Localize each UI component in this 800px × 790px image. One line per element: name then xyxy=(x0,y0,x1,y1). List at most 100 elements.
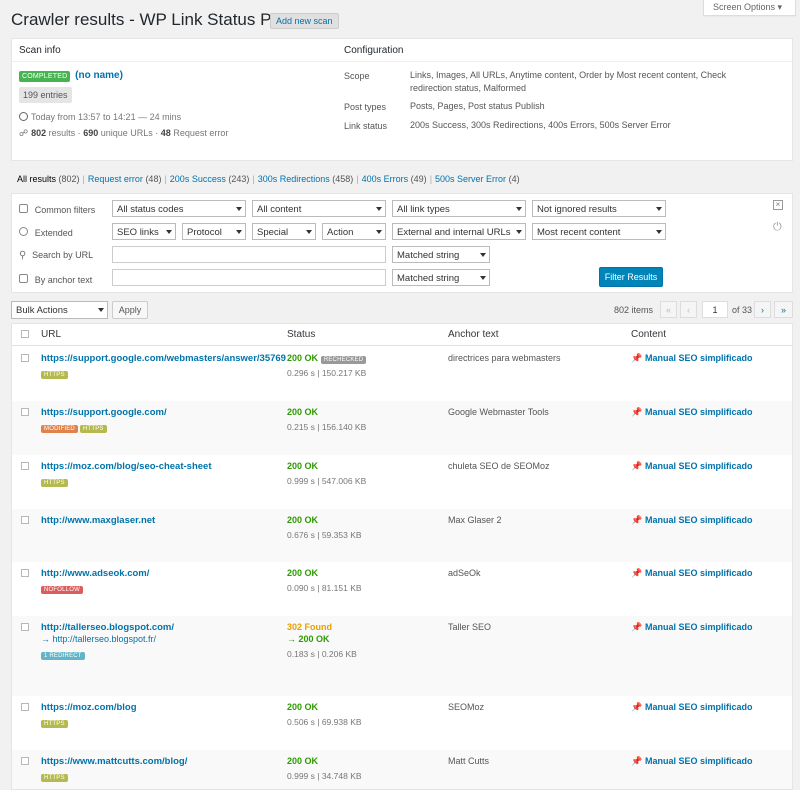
row-checkbox[interactable] xyxy=(21,757,29,765)
select-all-checkbox[interactable] xyxy=(21,330,29,338)
tab-count: (48) xyxy=(145,174,162,184)
anchor-text-input[interactable] xyxy=(112,269,386,286)
anchor-text: adSeOk xyxy=(448,568,481,578)
results-label: results · xyxy=(48,128,81,138)
row-url-link[interactable]: http://www.adseok.com/ xyxy=(41,568,149,579)
table-row: https://support.google.com/webmasters/an… xyxy=(12,347,792,401)
current-page-input[interactable]: 1 xyxy=(702,301,728,318)
prev-page-button[interactable]: ‹ xyxy=(680,301,697,318)
content-link[interactable]: Manual SEO simplificado xyxy=(645,702,753,712)
close-icon[interactable]: × xyxy=(773,200,783,210)
tab-count: (458) xyxy=(332,174,354,184)
tab-label: 200s Success xyxy=(169,174,226,184)
row-checkbox[interactable] xyxy=(21,623,29,631)
pin-icon: 📌 xyxy=(631,353,643,363)
https-badge: HTTPS xyxy=(41,479,68,487)
last-page-button[interactable]: » xyxy=(774,301,793,318)
bulk-actions-select[interactable]: Bulk Actions xyxy=(11,301,108,319)
redirect-badge: 1 REDIRECT xyxy=(41,652,85,660)
content-link[interactable]: Manual SEO simplificado xyxy=(645,353,753,363)
seo-links-select[interactable]: SEO links xyxy=(112,223,176,240)
content-link[interactable]: Manual SEO simplificado xyxy=(645,756,753,766)
status-codes-select[interactable]: All status codes xyxy=(112,200,246,217)
filter-results-button[interactable]: Filter Results xyxy=(599,267,663,287)
ignored-select[interactable]: Not ignored results xyxy=(532,200,666,217)
scan-time-text: Today from 13:57 to 14:21 — 24 mins xyxy=(31,112,182,122)
table-row: https://moz.com/blog/seo-cheat-sheet HTT… xyxy=(12,455,792,509)
special-select[interactable]: Special xyxy=(252,223,316,240)
status-code: 200 OK xyxy=(287,568,319,578)
scope-value: Links, Images, All URLs, Anytime content… xyxy=(410,70,727,93)
redirect-status-code: → 200 OK xyxy=(287,634,330,644)
power-icon[interactable]: ⏻ xyxy=(773,221,782,234)
col-status[interactable]: Status xyxy=(287,329,315,340)
scan-info-heading: Scan info xyxy=(19,45,61,56)
scan-name-link[interactable]: (no name) xyxy=(75,70,123,81)
row-url-link[interactable]: https://www.mattcutts.com/blog/ xyxy=(41,756,187,767)
protocol-select[interactable]: Protocol xyxy=(182,223,246,240)
response-size: 156.140 KB xyxy=(321,422,367,432)
apply-button[interactable]: Apply xyxy=(112,301,148,319)
matched-string-url-select[interactable]: Matched string xyxy=(392,246,490,263)
content-select[interactable]: All content xyxy=(252,200,386,217)
table-row: http://www.adseok.com/ NOFOLLOW 200 OK 0… xyxy=(12,562,792,616)
row-url-link[interactable]: http://tallerseo.blogspot.com/ xyxy=(41,622,174,633)
configuration-heading: Configuration xyxy=(344,45,404,56)
row-checkbox[interactable] xyxy=(21,703,29,711)
content-link[interactable]: Manual SEO simplificado xyxy=(645,622,753,632)
row-url-link[interactable]: https://support.google.com/webmasters/an… xyxy=(41,353,286,364)
post-types-label: Post types xyxy=(344,102,387,112)
common-filters-label: Common filters xyxy=(34,205,96,215)
tab-300s-redirections[interactable]: 300s Redirections xyxy=(258,174,330,184)
row-checkbox[interactable] xyxy=(21,354,29,362)
link-types-select[interactable]: All link types xyxy=(392,200,526,217)
row-url-link[interactable]: https://moz.com/blog/seo-cheat-sheet xyxy=(41,461,212,472)
content-link[interactable]: Manual SEO simplificado xyxy=(645,461,753,471)
tab-all-results[interactable]: All results (802) xyxy=(17,174,80,184)
response-time: 0.999 s xyxy=(287,771,315,781)
response-time: 0.183 s xyxy=(287,649,315,659)
col-content[interactable]: Content xyxy=(631,329,666,340)
scope-label: Scope xyxy=(344,71,370,81)
row-url-link[interactable]: https://moz.com/blog xyxy=(41,702,137,713)
link-status-value: 200s Success, 300s Redirections, 400s Er… xyxy=(410,120,671,130)
post-types-value: Posts, Pages, Post status Publish xyxy=(410,101,545,111)
add-new-scan-button[interactable]: Add new scan xyxy=(270,13,339,29)
row-checkbox[interactable] xyxy=(21,408,29,416)
ext-int-select[interactable]: External and internal URLs xyxy=(392,223,526,240)
https-badge: HTTPS xyxy=(41,720,68,728)
tab-200s-success[interactable]: 200s Success xyxy=(170,174,226,184)
tab-label: All results xyxy=(17,174,57,184)
first-page-button[interactable]: « xyxy=(660,301,677,318)
row-checkbox[interactable] xyxy=(21,516,29,524)
redirect-url-link[interactable]: → http://tallerseo.blogspot.fr/ xyxy=(41,634,156,644)
tab-count: (4) xyxy=(508,174,520,184)
row-checkbox[interactable] xyxy=(21,569,29,577)
content-link[interactable]: Manual SEO simplificado xyxy=(645,515,753,525)
tab-500s-server-error[interactable]: 500s Server Error xyxy=(435,174,506,184)
search-url-label: Search by URL xyxy=(32,250,94,260)
scan-info-panel: Scan info Configuration COMPLETED (no na… xyxy=(11,38,793,161)
search-url-input[interactable] xyxy=(112,246,386,263)
anchor-text: Google Webmaster Tools xyxy=(448,407,549,417)
filter-icon xyxy=(19,204,28,213)
unique-label: unique URLs · xyxy=(100,128,159,138)
next-page-button[interactable]: › xyxy=(754,301,771,318)
results-count: 802 xyxy=(31,128,47,138)
tab-request-error[interactable]: Request error xyxy=(88,174,143,184)
content-link[interactable]: Manual SEO simplificado xyxy=(645,568,753,578)
col-anchor[interactable]: Anchor text xyxy=(448,329,499,340)
scan-info-header: Scan info Configuration xyxy=(12,39,792,62)
row-checkbox[interactable] xyxy=(21,462,29,470)
tab-400s-errors[interactable]: 400s Errors xyxy=(362,174,409,184)
col-url[interactable]: URL xyxy=(41,329,61,340)
content-link[interactable]: Manual SEO simplificado xyxy=(645,407,753,417)
matched-string-anchor-select[interactable]: Matched string xyxy=(392,269,490,286)
screen-options-button[interactable]: Screen Options ▾ xyxy=(703,0,796,16)
row-url-link[interactable]: http://www.maxglaser.net xyxy=(41,515,155,526)
action-select[interactable]: Action xyxy=(322,223,386,240)
recent-content-select[interactable]: Most recent content xyxy=(532,223,666,240)
row-url-link[interactable]: https://support.google.com/ xyxy=(41,407,167,418)
search-icon: ⚲ xyxy=(19,250,27,261)
tab-count: (49) xyxy=(410,174,427,184)
